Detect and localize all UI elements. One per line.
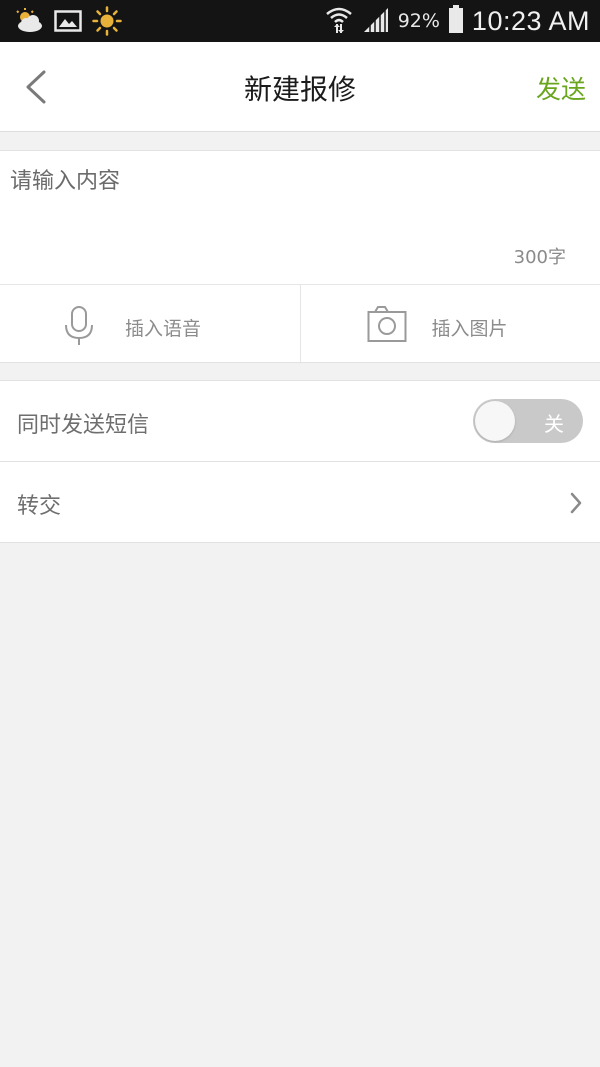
transfer-row[interactable]: 转交 bbox=[0, 462, 600, 543]
system-status: 92% 10:23 AM bbox=[324, 4, 590, 38]
send-button[interactable]: 发送 bbox=[536, 70, 586, 106]
sms-option-row: 同时发送短信 关 bbox=[0, 381, 600, 462]
insert-voice-button[interactable]: 插入语音 bbox=[0, 285, 300, 364]
toggle-knob bbox=[475, 401, 515, 441]
gallery-icon bbox=[54, 9, 82, 37]
battery-percent: 92% bbox=[397, 10, 440, 32]
page-title: 新建报修 bbox=[243, 73, 356, 106]
sun-icon bbox=[92, 6, 122, 40]
insert-toolbar: 插入语音 插入图片 bbox=[0, 284, 600, 364]
status-bar: 92% 10:23 AM bbox=[0, 0, 600, 42]
options-card: 同时发送短信 关 转交 bbox=[0, 380, 600, 543]
transfer-label: 转交 bbox=[17, 494, 62, 519]
content-card: 300字 插入语音 插入图片 bbox=[0, 150, 600, 364]
insert-voice-label: 插入语音 bbox=[125, 318, 202, 340]
toggle-state-text: 关 bbox=[544, 412, 564, 436]
chevron-right-icon bbox=[568, 491, 584, 519]
char-count: 300字 bbox=[513, 247, 566, 268]
microphone-icon bbox=[63, 305, 95, 351]
nav-bar: 新建报修 发送 bbox=[0, 42, 600, 132]
content-input[interactable] bbox=[10, 163, 580, 227]
insert-image-button[interactable]: 插入图片 bbox=[299, 285, 600, 364]
clock: 10:23 AM bbox=[471, 5, 590, 36]
signal-icon bbox=[362, 6, 390, 36]
notification-icons bbox=[14, 6, 122, 40]
sms-option-label: 同时发送短信 bbox=[17, 413, 150, 438]
insert-image-label: 插入图片 bbox=[431, 318, 508, 340]
weather-cloudy-icon bbox=[14, 8, 44, 38]
back-button[interactable] bbox=[18, 64, 58, 110]
wifi-icon bbox=[324, 4, 354, 38]
battery-icon bbox=[448, 5, 464, 37]
sms-toggle[interactable]: 关 bbox=[473, 399, 583, 443]
camera-icon bbox=[367, 305, 407, 347]
chevron-left-icon bbox=[26, 70, 46, 104]
